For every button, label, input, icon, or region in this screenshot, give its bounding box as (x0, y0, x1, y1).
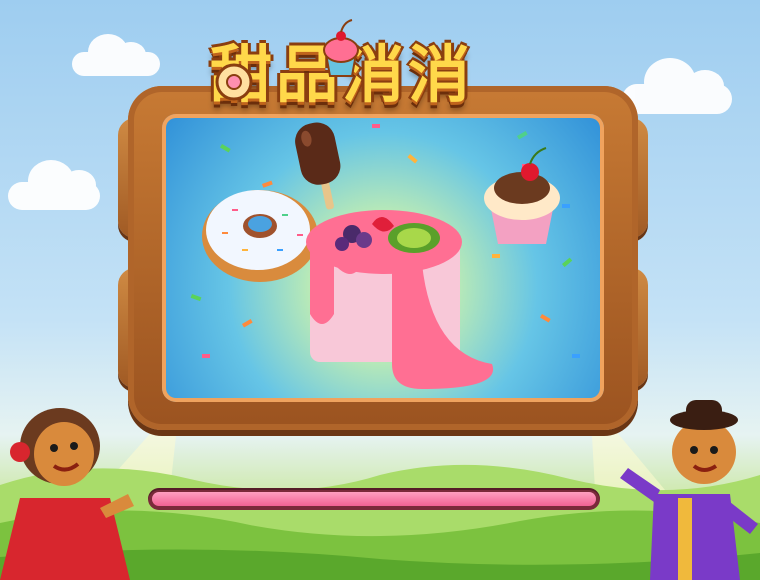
popsicle-icon (295, 122, 341, 210)
gingerbread-girl-icon (0, 408, 134, 580)
cupcake-icon (484, 147, 560, 244)
donut-icon (215, 63, 253, 101)
game-title: 甜品消消 (210, 14, 550, 111)
cupcake-icon (323, 19, 359, 77)
loading-progress-bar (148, 488, 600, 510)
gingerbread-boy-icon (620, 400, 758, 580)
loading-progress-fill (152, 492, 596, 506)
dessert-illustration (162, 114, 604, 402)
cake-icon (306, 210, 494, 389)
donut-icon (202, 190, 318, 282)
loading-screen: 甜品消消 (0, 0, 760, 580)
dessert-board (118, 78, 648, 440)
